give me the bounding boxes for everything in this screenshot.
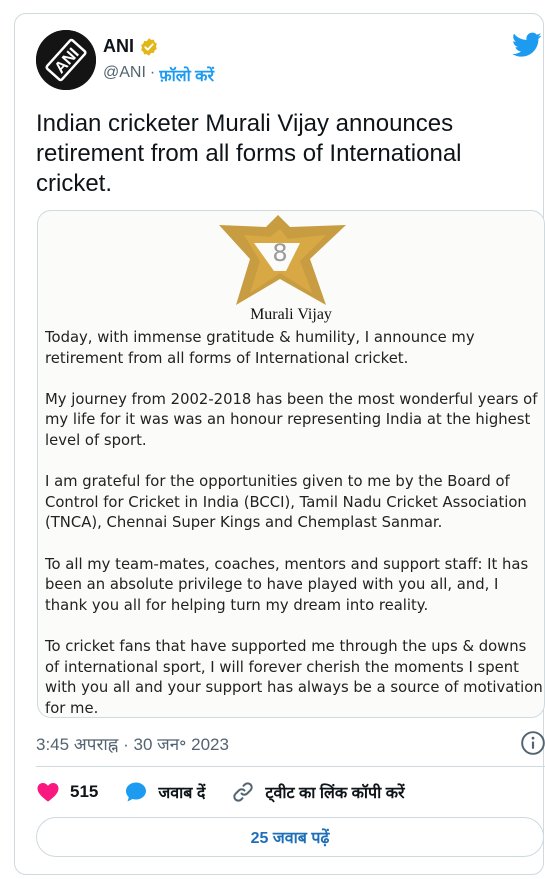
reply-label: जवाब दें <box>158 785 206 802</box>
tweet-image[interactable]: 8 Murali Vijay Today, with immense grati… <box>37 210 545 718</box>
letter-paragraph: To cricket fans that have supported me t… <box>45 637 543 717</box>
twitter-bird-icon[interactable] <box>512 32 542 58</box>
tweet-text: Indian cricketer Murali Vijay announces … <box>36 110 462 197</box>
letter-paragraph: Today, with immense gratitude & humility… <box>45 329 475 367</box>
star-logo-icon: 8 <box>219 215 346 305</box>
action-bar: 515 जवाब दें ट्वीट का लिंक कॉपी करें <box>36 776 431 808</box>
verified-badge-icon <box>141 37 157 56</box>
retirement-letter: Today, with immense gratitude & humility… <box>45 328 544 717</box>
separator-dot: · <box>149 64 156 81</box>
like-count: 515 <box>70 782 99 801</box>
author-name[interactable]: ANI <box>103 36 134 57</box>
meta-row: 3:45 अपराह्न · 30 जन॰ 2023 <box>36 730 545 756</box>
divider <box>36 766 545 767</box>
logo-name: Murali Vijay <box>250 306 332 323</box>
avatar[interactable]: ANI <box>36 30 96 90</box>
letter-paragraph: To all my team-mates, coaches, mentors a… <box>45 555 529 614</box>
letter-paragraph: I am grateful for the opportunities give… <box>45 473 527 532</box>
follow-button[interactable]: फ़ॉलो करें <box>159 64 214 86</box>
author-handle[interactable]: @ANI <box>103 64 146 86</box>
author-name-row: ANI <box>103 36 159 57</box>
info-icon[interactable] <box>520 730 545 756</box>
reply-icon <box>126 782 147 802</box>
copy-link-button[interactable]: ट्वीट का लिंक कॉपी करें <box>231 780 405 804</box>
handle-row: @ANI · फ़ॉलो करें <box>103 64 214 86</box>
link-icon <box>233 782 254 802</box>
tweet-card: ANI ANI @ANI · फ़ॉलो करें Indian cricket… <box>14 13 545 875</box>
read-replies-button[interactable]: 25 जवाब पढ़ें <box>36 817 544 857</box>
copy-link-label: ट्वीट का लिंक कॉपी करें <box>265 785 405 802</box>
logo-numeral: 8 <box>272 239 287 267</box>
timestamp[interactable]: 3:45 अपराह्न · 30 जन॰ 2023 <box>36 732 229 755</box>
letter-paragraph: My journey from 2002-2018 has been the m… <box>45 390 538 449</box>
heart-icon <box>37 783 59 802</box>
like-button[interactable]: 515 <box>36 780 98 804</box>
ani-logo-icon: ANI <box>36 30 96 90</box>
reply-button[interactable]: जवाब दें <box>124 780 205 804</box>
